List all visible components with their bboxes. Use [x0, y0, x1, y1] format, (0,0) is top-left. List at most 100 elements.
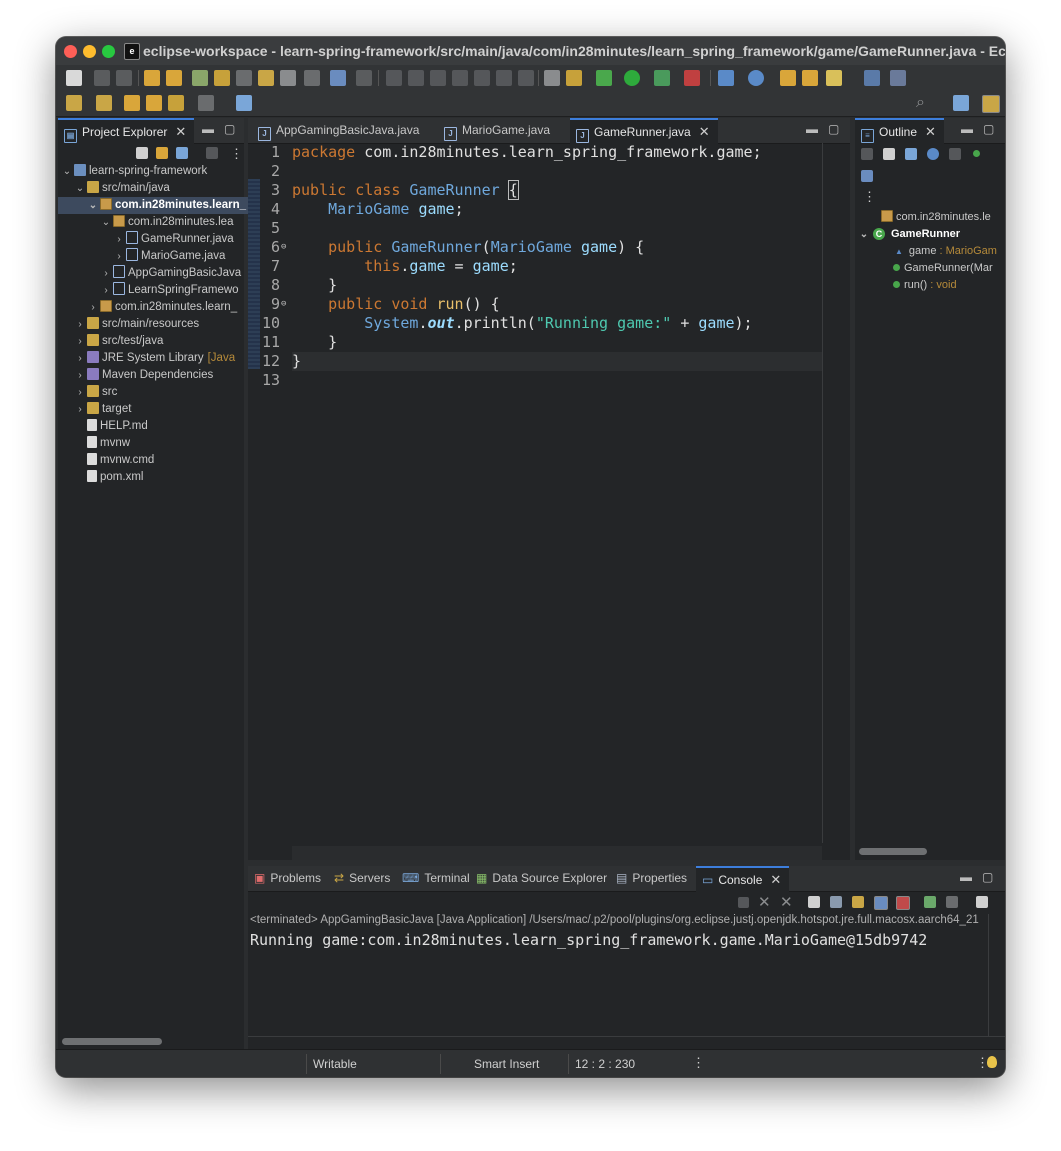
- tree-item[interactable]: › Maven Dependencies: [58, 367, 261, 384]
- fold-marker-icon[interactable]: ⊖: [281, 238, 286, 257]
- hide-nonpublic-icon[interactable]: [973, 150, 980, 157]
- maximize-view-icon[interactable]: ▢: [828, 122, 839, 136]
- tab-servers[interactable]: ⇄ Servers: [334, 866, 390, 891]
- chevron-right-icon[interactable]: ›: [75, 350, 85, 367]
- minimize-window-button[interactable]: [83, 45, 96, 58]
- open-type-icon[interactable]: [258, 70, 274, 86]
- minimize-view-icon[interactable]: ▬: [960, 870, 972, 884]
- new-class-icon[interactable]: [748, 70, 764, 86]
- step-over-icon[interactable]: [496, 70, 512, 86]
- save-icon[interactable]: [94, 70, 110, 86]
- toggle-block-icon[interactable]: [280, 70, 296, 86]
- close-icon[interactable]: ✕: [175, 120, 186, 143]
- undo-icon[interactable]: [144, 70, 160, 86]
- tree-item[interactable]: HELP.md: [58, 418, 261, 435]
- previous-annotation-icon[interactable]: [566, 70, 582, 86]
- tab-gamerunner[interactable]: J GameRunner.java ✕: [570, 118, 718, 144]
- tab-outline[interactable]: ≡ Outline ✕: [855, 118, 944, 144]
- chevron-down-icon[interactable]: ⌄: [859, 226, 869, 243]
- status-cursor-position[interactable]: 12 : 2 : 230: [575, 1057, 635, 1071]
- tab-data-source-explorer[interactable]: ▦ Data Source Explorer: [476, 866, 607, 891]
- focus-icon[interactable]: [206, 147, 218, 159]
- new-icon[interactable]: [66, 70, 82, 86]
- external-tools-icon[interactable]: [684, 70, 700, 86]
- chevron-right-icon[interactable]: ›: [75, 384, 85, 401]
- next-edit-icon[interactable]: [66, 95, 82, 111]
- fold-marker-icon[interactable]: ⊖: [281, 295, 286, 314]
- tree-item[interactable]: › target: [58, 401, 261, 418]
- resume-icon[interactable]: [386, 70, 402, 86]
- run-icon[interactable]: [624, 70, 640, 86]
- next-annotation-icon[interactable]: [544, 70, 560, 86]
- skip-breakpoints-icon[interactable]: [356, 70, 372, 86]
- view-menu-icon[interactable]: ⋮: [230, 146, 243, 162]
- tree-item[interactable]: ⌄ com.in28minutes.learn_: [58, 197, 274, 214]
- clear-console-icon[interactable]: [808, 896, 820, 908]
- tree-item[interactable]: pom.xml: [58, 469, 261, 486]
- minimize-view-icon[interactable]: ▬: [806, 122, 818, 136]
- close-icon[interactable]: ✕: [925, 120, 936, 143]
- tree-item[interactable]: ⌄ learn-spring-framework: [58, 163, 248, 180]
- hide-fields-icon[interactable]: [927, 148, 939, 160]
- forward-history-icon[interactable]: [146, 95, 162, 111]
- chevron-down-icon[interactable]: ⌄: [75, 180, 85, 197]
- chevron-down-icon[interactable]: ⌄: [62, 163, 72, 180]
- status-insert-mode[interactable]: Smart Insert: [474, 1057, 539, 1071]
- tab-appgamingbasicjava[interactable]: J AppGamingBasicJava.java: [254, 118, 429, 143]
- pin-editor-icon[interactable]: [236, 95, 252, 111]
- outline-item-method[interactable]: run() : void: [855, 277, 957, 294]
- coverage-icon[interactable]: [654, 70, 670, 86]
- chevron-right-icon[interactable]: ›: [88, 299, 98, 316]
- open-console-icon[interactable]: [976, 896, 988, 908]
- horizontal-scrollbar[interactable]: [859, 848, 927, 855]
- terminate-icon[interactable]: [738, 897, 749, 908]
- new-java-project-icon[interactable]: [718, 70, 734, 86]
- code-area[interactable]: 1 package com.in28minutes.learn_spring_fr…: [248, 143, 822, 423]
- step-into-icon[interactable]: [474, 70, 490, 86]
- open-perspective-icon[interactable]: [953, 95, 969, 111]
- outline-item-package[interactable]: com.in28minutes.le: [855, 209, 991, 226]
- open-folder-icon[interactable]: [780, 70, 796, 86]
- expand-icon[interactable]: [883, 148, 895, 160]
- close-icon[interactable]: ✕: [770, 868, 781, 891]
- close-window-button[interactable]: [64, 45, 77, 58]
- profile-icon[interactable]: [890, 70, 906, 86]
- maximize-view-icon[interactable]: ▢: [224, 122, 235, 136]
- filter-icon[interactable]: [176, 147, 188, 159]
- forward-icon[interactable]: [198, 95, 214, 111]
- maximize-view-icon[interactable]: ▢: [982, 870, 993, 884]
- scroll-lock-icon[interactable]: [830, 896, 842, 908]
- tab-console[interactable]: ▭ Console ✕: [696, 866, 790, 892]
- remove-all-icon[interactable]: ✕: [780, 893, 793, 911]
- link-with-editor-icon[interactable]: [156, 147, 168, 159]
- search-tool-icon[interactable]: [826, 70, 842, 86]
- open-task-icon[interactable]: [802, 70, 818, 86]
- chevron-right-icon[interactable]: ›: [101, 265, 111, 282]
- pilcrow-icon[interactable]: [304, 70, 320, 86]
- editor-horizontal-scrollbar[interactable]: [292, 846, 822, 860]
- remove-launch-icon[interactable]: ✕: [758, 893, 771, 911]
- step-return-icon[interactable]: [518, 70, 534, 86]
- tab-mariogame[interactable]: J MarioGame.java: [440, 118, 560, 143]
- maximize-window-button[interactable]: [102, 45, 115, 58]
- display-console-icon[interactable]: [946, 896, 958, 908]
- console-output[interactable]: Running game:com.in28minutes.learn_sprin…: [250, 931, 927, 949]
- sort-icon[interactable]: [905, 148, 917, 160]
- lightbulb-icon[interactable]: [987, 1056, 997, 1068]
- tree-item[interactable]: ⌄ src/main/java: [58, 180, 261, 197]
- disconnect-icon[interactable]: [452, 70, 468, 86]
- chevron-right-icon[interactable]: ›: [75, 316, 85, 333]
- pin-console-icon[interactable]: [924, 896, 936, 908]
- status-menu-icon[interactable]: ⋮: [692, 1055, 705, 1071]
- horizontal-scrollbar[interactable]: [62, 1038, 162, 1045]
- chevron-right-icon[interactable]: ›: [114, 231, 124, 248]
- link-icon[interactable]: [236, 70, 252, 86]
- outline-item-class[interactable]: ⌄ C GameRunner: [855, 226, 960, 243]
- tree-item[interactable]: › src: [58, 384, 261, 401]
- java-perspective-icon[interactable]: [982, 95, 1000, 113]
- minimize-view-icon[interactable]: ▬: [961, 122, 973, 136]
- tab-project-explorer[interactable]: ▤ Project Explorer ✕: [58, 118, 195, 144]
- redo-icon[interactable]: [166, 70, 182, 86]
- chevron-right-icon[interactable]: ›: [101, 282, 111, 299]
- build-icon[interactable]: [192, 70, 208, 86]
